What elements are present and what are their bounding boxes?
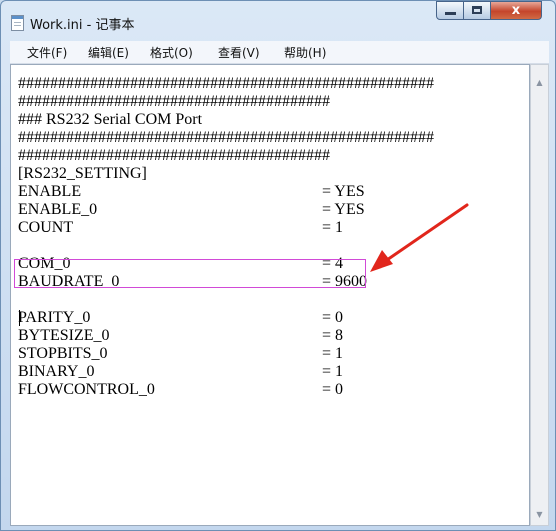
annotation-arrow — [370, 203, 469, 272]
annotation-arrow-shaft — [382, 203, 469, 264]
annotation-arrow-head — [370, 250, 393, 272]
